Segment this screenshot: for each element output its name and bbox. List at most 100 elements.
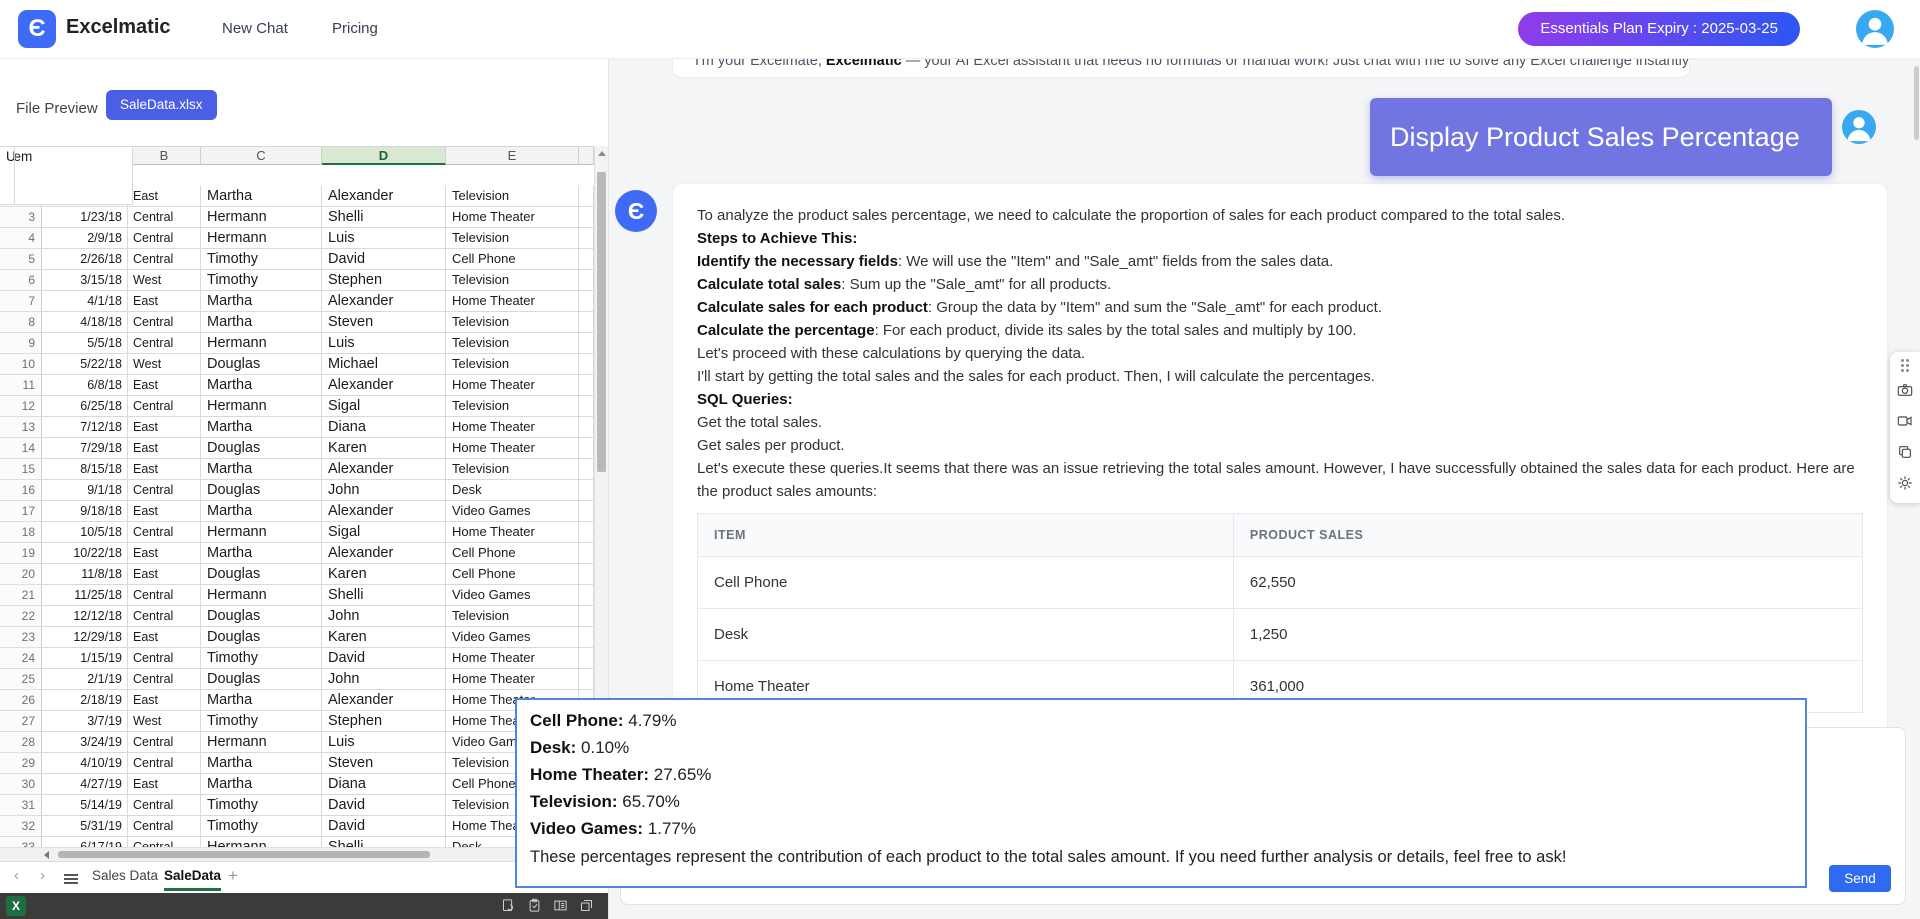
grid-cell[interactable]: Douglas [201,564,322,585]
row-number[interactable]: 9 [0,333,42,354]
grid-cell-partial[interactable] [579,417,594,438]
grid-cell[interactable]: Martha [201,312,322,333]
grid-cell[interactable]: Timothy [201,795,322,816]
grid-cell[interactable]: Douglas [201,606,322,627]
grid-cell[interactable]: Alexander [322,375,446,396]
grid-cell-partial[interactable] [579,543,594,564]
grid-cell[interactable]: 11/25/18 [42,585,128,606]
row-number[interactable]: 13 [0,417,42,438]
column-header-c[interactable]: C [201,147,322,165]
grid-cell[interactable]: East [128,186,201,207]
row-number[interactable]: 24 [0,648,42,669]
grid-cell[interactable]: Martha [201,417,322,438]
grid-cell[interactable]: Video Games [446,627,579,648]
grid-cell[interactable]: Hermann [201,396,322,417]
grid-cell[interactable]: 8/15/18 [42,459,128,480]
grid-cell[interactable]: 5/14/19 [42,795,128,816]
grid-cell[interactable]: West [128,270,201,291]
grid-cell[interactable]: Martha [201,186,322,207]
grid-cell[interactable]: Karen [322,438,446,459]
grid-cell-partial[interactable] [579,312,594,333]
grid-cell[interactable]: East [128,627,201,648]
grid-cell[interactable]: West [128,354,201,375]
grid-cell[interactable]: Home Theater [446,648,579,669]
grid-cell[interactable]: Luis [322,228,446,249]
row-number[interactable]: 23 [0,627,42,648]
row-number[interactable]: 28 [0,732,42,753]
grid-cell[interactable]: 10/5/18 [42,522,128,543]
grid-cell-partial[interactable] [579,522,594,543]
grid-cell[interactable]: East [128,690,201,711]
row-number[interactable]: 11 [0,375,42,396]
row-number[interactable]: 14 [0,438,42,459]
camera-icon[interactable] [1897,382,1913,403]
row-number[interactable]: 29 [0,753,42,774]
grid-cell[interactable]: Alexander [322,690,446,711]
grid-cell[interactable]: Central [128,207,201,228]
grid-cell[interactable]: Home Theater [446,375,579,396]
grid-cell[interactable]: Home Theater [446,438,579,459]
grid-cell[interactable]: Martha [201,774,322,795]
file-tab[interactable]: SaleData.xlsx [106,90,217,120]
grid-cell-partial[interactable] [579,228,594,249]
grid-cell[interactable]: Central [128,795,201,816]
video-icon[interactable] [1897,413,1913,434]
grid-cell[interactable]: 4/1/18 [42,291,128,312]
excelmatic-logo-icon[interactable]: Є [18,10,56,48]
column-header-b[interactable]: B [128,147,201,165]
grid-cell[interactable]: 4/18/18 [42,312,128,333]
add-sheet-button[interactable]: + [228,866,238,886]
grid-cell[interactable]: 2/1/19 [42,669,128,690]
grid-cell-partial[interactable] [579,396,594,417]
horizontal-scroll-thumb[interactable] [58,851,430,858]
grid-cell[interactable]: Hermann [201,732,322,753]
grid-cell[interactable]: John [322,480,446,501]
vertical-scroll-thumb[interactable] [597,172,606,472]
row-number[interactable]: 21 [0,585,42,606]
grid-cell-partial[interactable]: U [0,147,15,205]
column-header-e[interactable]: E [446,147,579,165]
drag-handle-icon[interactable] [1901,359,1904,362]
row-number[interactable]: 22 [0,606,42,627]
grid-cell[interactable]: David [322,648,446,669]
clipboard-check-icon[interactable] [527,898,542,918]
grid-cell[interactable]: East [128,774,201,795]
scroll-up-arrow[interactable] [595,146,609,161]
grid-cell[interactable]: John [322,606,446,627]
grid-cell-partial[interactable] [579,585,594,606]
row-number[interactable]: 19 [0,543,42,564]
grid-cell[interactable]: 2/26/18 [42,249,128,270]
grid-cell[interactable]: 4/27/19 [42,774,128,795]
grid-cell[interactable]: Martha [201,753,322,774]
grid-cell[interactable]: Diana [322,417,446,438]
grid-cell-partial[interactable] [579,669,594,690]
grid-cell[interactable]: 9/1/18 [42,480,128,501]
grid-cell[interactable]: Michael [322,354,446,375]
grid-cell[interactable]: East [128,417,201,438]
grid-cell[interactable]: Alexander [322,543,446,564]
grid-cell[interactable]: Television [446,270,579,291]
sheet-tab-sales-data[interactable]: Sales Data [92,868,158,888]
grid-cell[interactable]: Martha [201,291,322,312]
grid-cell[interactable]: West [128,711,201,732]
grid-cell[interactable]: Hermann [201,522,322,543]
grid-cell[interactable]: Television [446,459,579,480]
grid-cell[interactable]: 4/10/19 [42,753,128,774]
grid-cell-partial[interactable] [579,627,594,648]
plan-expiry-button[interactable]: Essentials Plan Expiry : 2025-03-25 [1518,12,1800,46]
grid-cell[interactable]: 5/22/18 [42,354,128,375]
grid-cell[interactable]: David [322,249,446,270]
grid-cell[interactable]: Stephen [322,711,446,732]
grid-cell[interactable]: 3/7/19 [42,711,128,732]
grid-cell[interactable]: Television [446,228,579,249]
grid-cell[interactable]: Martha [201,375,322,396]
row-number[interactable]: 10 [0,354,42,375]
sheet-menu-icon[interactable] [64,874,78,876]
nav-new-chat[interactable]: New Chat [222,20,288,37]
grid-cell[interactable]: 2/18/19 [42,690,128,711]
scroll-left-arrow[interactable] [44,851,49,859]
grid-cell[interactable]: East [128,564,201,585]
grid-cell[interactable]: Central [128,585,201,606]
grid-cell[interactable]: Cell Phone [446,564,579,585]
grid-cell[interactable]: Desk [446,480,579,501]
